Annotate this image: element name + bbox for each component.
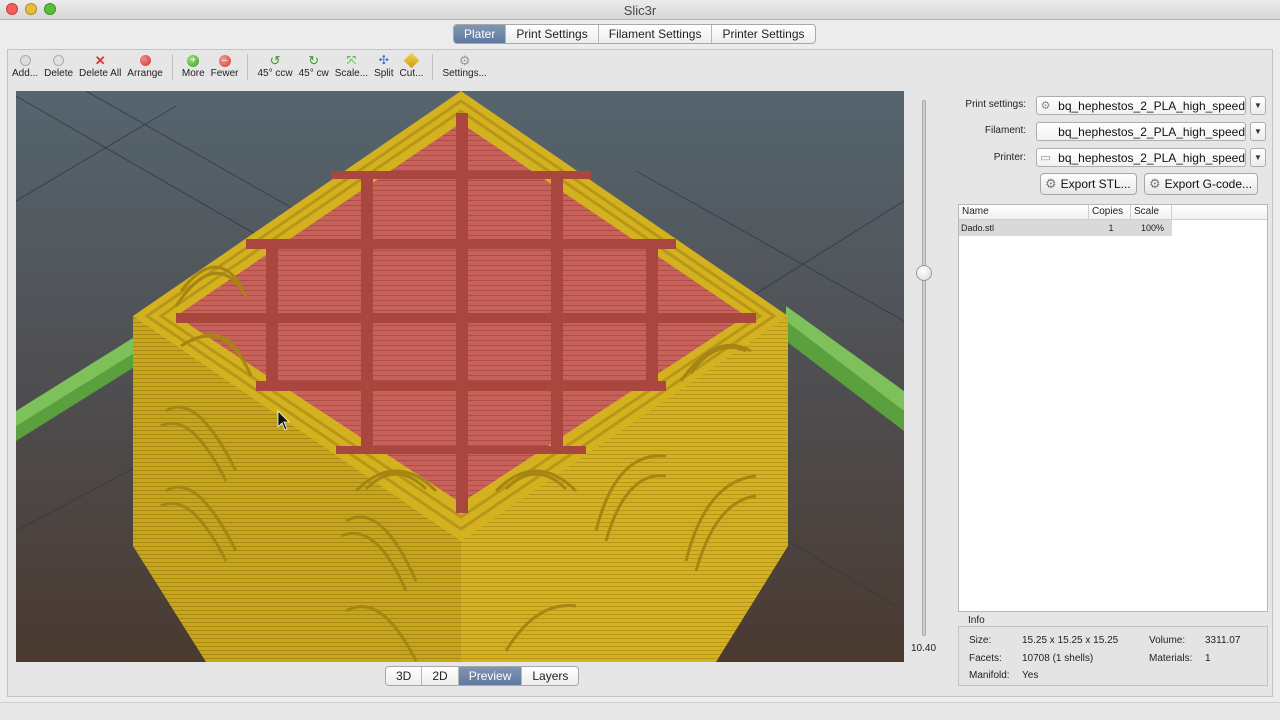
print-settings-value: bq_hephestos_2_PLA_high_speed (1058, 98, 1245, 113)
printer-value: bq_hephestos_2_PLA_high_speed (1058, 150, 1245, 165)
facets-value: 10708 (1 shells) (1022, 653, 1094, 664)
rotate-ccw-icon: ↺ (269, 53, 281, 68)
column-header-name[interactable]: Name (959, 205, 1089, 219)
scale-button-label: Scale... (334, 68, 369, 79)
object-copies: 1 (1108, 223, 1114, 233)
layer-slider-handle[interactable] (916, 265, 932, 281)
preview-viewport[interactable] (16, 91, 904, 662)
gear-icon: ⚙ (1040, 100, 1051, 112)
export-stl-label: Export STL... (1060, 177, 1131, 191)
printer-icon: ▭ (1040, 152, 1051, 164)
delete-all-button[interactable]: ✕ Delete All (76, 52, 124, 82)
table-row[interactable]: Dado.stl 1 100% (959, 220, 1172, 236)
more-button[interactable]: + More (179, 52, 208, 82)
view-mode-buttons: 3D 2D Preview Layers (385, 666, 580, 686)
manifold-value: Yes (1022, 670, 1039, 681)
minus-icon: – (217, 53, 233, 68)
object-name: Dado.stl (961, 223, 995, 233)
filament-dropdown-arrow[interactable]: ▼ (1250, 122, 1266, 141)
add-object-icon (17, 53, 33, 68)
facets-label: Facets: (969, 653, 1002, 664)
layer-height-value: 10.40 (911, 643, 937, 654)
plater-toolbar: Add... Delete ✕ Delete All Arrange + Mor… (9, 52, 490, 82)
cut-button-label: Cut... (399, 68, 424, 79)
more-button-label: More (181, 68, 205, 79)
fewer-button[interactable]: – Fewer (208, 52, 242, 82)
delete-object-icon (51, 53, 67, 68)
export-gcode-label: Export G-code... (1164, 177, 1253, 191)
volume-label: Volume: (1149, 635, 1186, 646)
plus-icon: + (185, 53, 201, 68)
column-header-scale[interactable]: Scale (1131, 205, 1172, 219)
scale-icon: ⤧ (346, 53, 357, 67)
export-stl-button[interactable]: ⚙ Export STL... (1040, 173, 1137, 195)
split-button[interactable]: ✣ Split (371, 52, 396, 82)
column-header-copies[interactable]: Copies (1089, 205, 1131, 219)
materials-value: 1 (1205, 653, 1211, 664)
info-box: Size: 15.25 x 15.25 x 15.25 Volume: 3311… (958, 626, 1268, 686)
rotate-ccw-button[interactable]: ↺ 45° ccw (254, 52, 295, 82)
settings-button[interactable]: ⚙ Settings... (439, 52, 489, 82)
object-list[interactable]: Name Copies Scale Dado.stl 1 100% (958, 204, 1268, 612)
tab-printer-settings[interactable]: Printer Settings (711, 25, 814, 43)
tab-plater[interactable]: Plater (454, 25, 506, 43)
filament-select[interactable]: bq_hephestos_2_PLA_high_speed (1036, 122, 1246, 141)
volume-value: 3311.07 (1205, 635, 1241, 646)
delete-button-label: Delete (44, 68, 74, 79)
object-scale: 100% (1140, 223, 1165, 233)
filament-label: Filament: (984, 125, 1026, 136)
sliced-model-render (16, 91, 904, 662)
arrange-button[interactable]: Arrange (124, 52, 166, 82)
window-title: Slic3r (623, 3, 657, 18)
cut-button[interactable]: Cut... (397, 52, 427, 82)
fewer-button-label: Fewer (210, 68, 239, 79)
size-label: Size: (969, 635, 992, 646)
print-settings-label: Print settings: (965, 99, 1026, 110)
size-value: 15.25 x 15.25 x 15.25 (1022, 635, 1119, 646)
add-button[interactable]: Add... (9, 52, 41, 82)
cross-icon: ✕ (94, 53, 106, 68)
view-2d-button[interactable]: 2D (421, 667, 457, 685)
scale-button[interactable]: ⤧ Scale... (332, 52, 371, 82)
layer-slider-track[interactable] (922, 100, 926, 636)
info-section-title: Info (968, 615, 985, 626)
delete-button[interactable]: Delete (41, 52, 76, 82)
toolbar-separator (247, 54, 249, 80)
arrange-button-label: Arrange (127, 68, 163, 79)
printer-select[interactable]: ▭ bq_hephestos_2_PLA_high_speed (1036, 148, 1246, 167)
print-settings-select[interactable]: ⚙ bq_hephestos_2_PLA_high_speed (1036, 96, 1246, 115)
rotate-cw-button-label: 45° cw (298, 68, 329, 79)
split-button-label: Split (374, 68, 394, 79)
print-settings-dropdown-arrow[interactable]: ▼ (1250, 96, 1266, 115)
tab-filament-settings[interactable]: Filament Settings (597, 25, 712, 43)
status-bar (0, 702, 1280, 720)
rotate-cw-button[interactable]: ↻ 45° cw (296, 52, 332, 82)
title-bar: Slic3r (0, 0, 1280, 20)
toolbar-separator (432, 54, 434, 80)
manifold-label: Manifold: (969, 670, 1010, 681)
rotate-ccw-button-label: 45° ccw (257, 68, 293, 79)
filament-value: bq_hephestos_2_PLA_high_speed (1058, 124, 1245, 139)
arrange-icon (137, 53, 153, 68)
cut-icon (403, 52, 420, 69)
gear-icon: ⚙ (1149, 176, 1161, 191)
view-3d-button[interactable]: 3D (386, 667, 421, 685)
gear-icon: ⚙ (1045, 176, 1057, 191)
toolbar-separator (171, 54, 173, 80)
settings-button-label: Settings... (442, 68, 487, 79)
add-button-label: Add... (12, 68, 39, 79)
printer-dropdown-arrow[interactable]: ▼ (1250, 148, 1266, 167)
view-layers-button[interactable]: Layers (521, 667, 578, 685)
delete-all-button-label: Delete All (79, 68, 122, 79)
split-icon: ✣ (378, 53, 389, 67)
rotate-cw-icon: ↻ (308, 53, 320, 68)
tab-print-settings[interactable]: Print Settings (505, 25, 597, 43)
materials-label: Materials: (1149, 653, 1193, 664)
object-list-header: Name Copies Scale (959, 205, 1267, 220)
export-gcode-button[interactable]: ⚙ Export G-code... (1144, 173, 1259, 195)
main-tabs: Plater Print Settings Filament Settings … (453, 24, 816, 44)
printer-label: Printer: (993, 152, 1026, 163)
gear-icon: ⚙ (458, 53, 471, 68)
view-preview-button[interactable]: Preview (457, 667, 522, 685)
